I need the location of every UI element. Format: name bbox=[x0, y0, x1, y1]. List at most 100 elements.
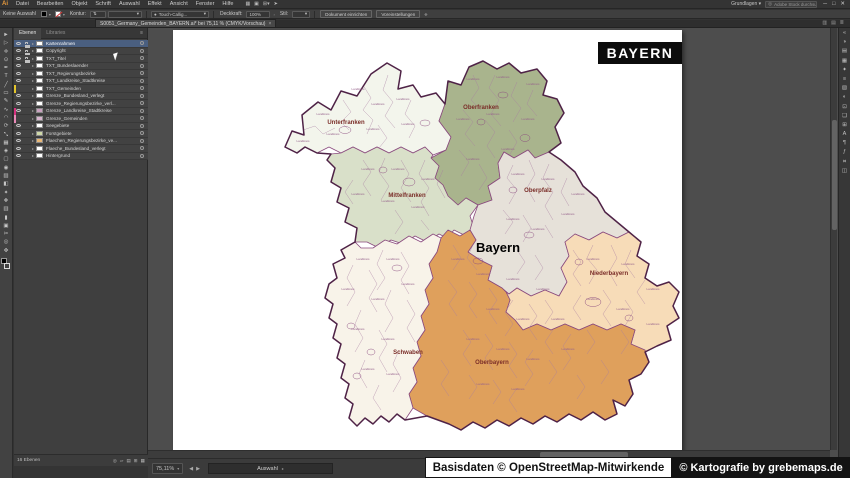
layer-row[interactable]: ▸TXT_Bundeslaender bbox=[14, 63, 148, 71]
visibility-toggle[interactable] bbox=[14, 94, 23, 97]
visibility-toggle[interactable] bbox=[14, 124, 23, 127]
target-circle-icon[interactable] bbox=[140, 146, 144, 150]
align-panel-icon[interactable]: ⌗ bbox=[843, 159, 846, 165]
target-circle-icon[interactable] bbox=[140, 101, 144, 105]
tool-line[interactable]: ╱ bbox=[1, 81, 12, 89]
vertical-scrollbar-thumb[interactable] bbox=[832, 120, 837, 230]
gradient-panel-icon[interactable]: ▧ bbox=[842, 85, 847, 91]
target-circle-icon[interactable] bbox=[140, 94, 144, 98]
stroke-weight-stepper[interactable]: ⇅ bbox=[90, 11, 106, 18]
current-tool-field[interactable]: Auswahl ▸ bbox=[208, 463, 333, 474]
fill-stroke-indicator[interactable] bbox=[1, 258, 11, 270]
tool-eraser[interactable]: ◠ bbox=[1, 114, 12, 122]
layer-row[interactable]: ▸Copyright bbox=[14, 48, 148, 56]
swatches-panel-icon[interactable]: ▤ bbox=[842, 48, 847, 54]
tool-shape-builder[interactable]: ▢ bbox=[1, 155, 12, 163]
tool-rotate[interactable]: ⟳ bbox=[1, 122, 12, 130]
tool-paintbrush[interactable]: ✎ bbox=[1, 97, 12, 105]
menu-hilfe[interactable]: Hilfe bbox=[218, 1, 237, 7]
tab-arrange-icon-1[interactable]: ▥ bbox=[822, 20, 827, 26]
target-circle-icon[interactable] bbox=[140, 56, 144, 60]
lock-icon[interactable] bbox=[25, 42, 28, 44]
minimize-button[interactable]: ─ bbox=[823, 1, 827, 7]
canvas-area[interactable]: LandkreisLandkreis LandkreisLandkreis La… bbox=[148, 28, 850, 478]
layer-row[interactable]: ▸Kartenrahmen bbox=[14, 40, 148, 48]
share-icon[interactable]: ➤ bbox=[274, 1, 278, 7]
visibility-toggle[interactable] bbox=[14, 139, 23, 142]
layer-row[interactable]: ▸Grenze_Gemeinden bbox=[14, 115, 148, 123]
layer-row[interactable]: ▸Hintergrund bbox=[14, 153, 148, 161]
layer-row[interactable]: ▸Grenze_Bundesland_verlegt bbox=[14, 93, 148, 101]
opacity-value-field[interactable]: 100% bbox=[246, 11, 270, 18]
tool-pencil[interactable]: ∿ bbox=[1, 106, 12, 114]
tab-arrange-icon-3[interactable]: ≣ bbox=[840, 20, 844, 26]
collapse-panels-icon[interactable]: « bbox=[843, 30, 846, 36]
opentype-panel-icon[interactable]: ƒ bbox=[843, 149, 846, 155]
layer-row[interactable]: ▸Forstgebiete bbox=[14, 130, 148, 138]
tool-direct-selection[interactable]: ▷ bbox=[1, 39, 12, 47]
maximize-button[interactable]: □ bbox=[832, 1, 835, 7]
visibility-toggle[interactable] bbox=[14, 102, 23, 105]
target-circle-icon[interactable] bbox=[140, 131, 144, 135]
target-circle-icon[interactable] bbox=[140, 86, 144, 90]
layer-row[interactable]: ▸TXT_Regierungsbezirke bbox=[14, 70, 148, 78]
bavaria-map[interactable]: LandkreisLandkreis LandkreisLandkreis La… bbox=[148, 28, 850, 478]
pathfinder-panel-icon[interactable]: ◫ bbox=[842, 168, 847, 174]
tool-graph[interactable]: ▮ bbox=[1, 214, 12, 222]
tool-free-transform[interactable]: ◈ bbox=[1, 147, 12, 155]
menu-objekt[interactable]: Objekt bbox=[67, 1, 91, 7]
visibility-toggle[interactable] bbox=[14, 154, 23, 157]
tool-mesh[interactable]: ▨ bbox=[1, 172, 12, 180]
style-select[interactable]: ▾ bbox=[292, 11, 310, 18]
panel-menu-icon[interactable]: ≡ bbox=[140, 30, 147, 36]
arrange-documents-icon[interactable]: ⊞▾ bbox=[263, 1, 270, 7]
character-panel-icon[interactable]: A bbox=[843, 131, 847, 137]
layer-row[interactable]: ▸Seegebiete bbox=[14, 123, 148, 131]
target-circle-icon[interactable] bbox=[140, 79, 144, 83]
document-tab[interactable]: S0051_Germany_Gemeinden_BAYERN.ai* bei 7… bbox=[95, 19, 276, 27]
layout-grid-icon[interactable]: ▦ bbox=[245, 1, 250, 7]
color-panel-icon[interactable]: ◑ bbox=[843, 39, 846, 45]
brush-definition-select[interactable]: ● Touch-Callig...▾ bbox=[151, 11, 209, 18]
zoom-level-select[interactable]: 75,11% ▾ bbox=[152, 463, 183, 474]
visibility-toggle[interactable] bbox=[14, 42, 23, 45]
new-layer-icon[interactable]: ⊞ bbox=[134, 458, 138, 464]
stroke-panel-icon[interactable]: ≡ bbox=[843, 76, 846, 82]
visibility-toggle[interactable] bbox=[14, 132, 23, 135]
tool-selection[interactable]: ► bbox=[1, 31, 12, 39]
tool-type[interactable]: T bbox=[1, 72, 12, 80]
visibility-toggle[interactable] bbox=[14, 57, 23, 60]
lock-icon[interactable] bbox=[25, 50, 28, 52]
target-circle-icon[interactable] bbox=[140, 124, 144, 128]
transparency-panel-icon[interactable]: ◐ bbox=[843, 94, 846, 100]
target-circle-icon[interactable] bbox=[140, 41, 144, 45]
target-circle-icon[interactable] bbox=[140, 154, 144, 158]
visibility-toggle[interactable] bbox=[14, 49, 23, 52]
tab-libraries[interactable]: Libraries bbox=[41, 28, 70, 39]
tool-rectangle[interactable]: ▭ bbox=[1, 89, 12, 97]
layer-row[interactable]: ▸Grenze_Regierungsbezirke_verl... bbox=[14, 100, 148, 108]
menu-auswahl[interactable]: Auswahl bbox=[115, 1, 144, 7]
layers-panel-icon[interactable]: ❏ bbox=[842, 113, 847, 119]
menu-ansicht[interactable]: Ansicht bbox=[166, 1, 192, 7]
target-circle-icon[interactable] bbox=[140, 71, 144, 75]
target-circle-icon[interactable] bbox=[140, 139, 144, 143]
tool-blend[interactable]: ❖ bbox=[1, 197, 12, 205]
clipping-mask-icon[interactable]: ▱ bbox=[120, 458, 124, 464]
document-icon[interactable]: ▣ bbox=[254, 1, 259, 7]
target-circle-icon[interactable] bbox=[140, 109, 144, 113]
target-circle-icon[interactable] bbox=[140, 49, 144, 53]
stock-search-input[interactable]: ◎ Adobe Stock durchsuchen bbox=[765, 1, 817, 8]
close-button[interactable]: ✕ bbox=[840, 1, 845, 7]
tab-arrange-icon-2[interactable]: ▤ bbox=[831, 20, 836, 26]
delete-layer-icon[interactable]: ▦ bbox=[141, 458, 145, 464]
visibility-toggle[interactable] bbox=[14, 72, 23, 75]
visibility-toggle[interactable] bbox=[14, 79, 23, 82]
tool-zoom[interactable]: ◎ bbox=[1, 238, 12, 246]
tool-perspective-grid[interactable]: ◉ bbox=[1, 164, 12, 172]
layer-row[interactable]: ▸TXT_Landkreise_Stadtkreise bbox=[14, 78, 148, 86]
tool-slice[interactable]: ✂ bbox=[1, 230, 12, 238]
visibility-toggle[interactable] bbox=[14, 64, 23, 67]
artboards-panel-icon[interactable]: ⊞ bbox=[842, 122, 847, 128]
next-artboard-icon[interactable]: ▶ bbox=[196, 466, 200, 472]
